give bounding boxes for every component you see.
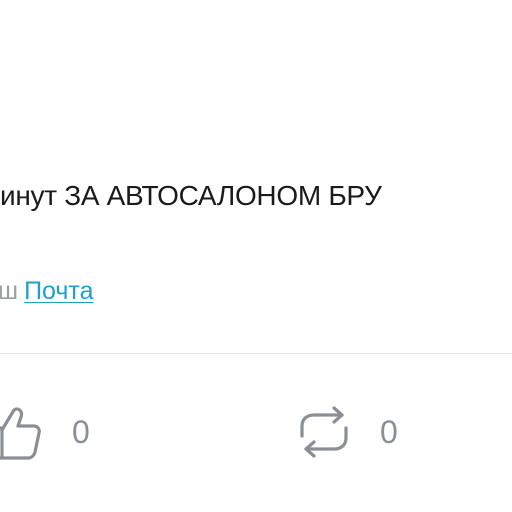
post-meta: ш Почта: [0, 274, 93, 308]
post-card: инут ЗА АВТОСАЛОНОМ БРУ ш Почта 0 0: [0, 0, 512, 512]
repost-icon: [292, 406, 356, 458]
divider: [0, 353, 512, 354]
like-button[interactable]: 0: [0, 404, 90, 460]
post-headline[interactable]: инут ЗА АВТОСАЛОНОМ БРУ: [0, 176, 512, 216]
repost-button[interactable]: 0: [292, 404, 398, 460]
meta-prefix: ш: [0, 277, 19, 305]
thumbs-up-icon: [0, 404, 42, 460]
like-count: 0: [72, 414, 90, 450]
repost-count: 0: [380, 414, 398, 450]
source-link[interactable]: Почта: [24, 277, 93, 305]
